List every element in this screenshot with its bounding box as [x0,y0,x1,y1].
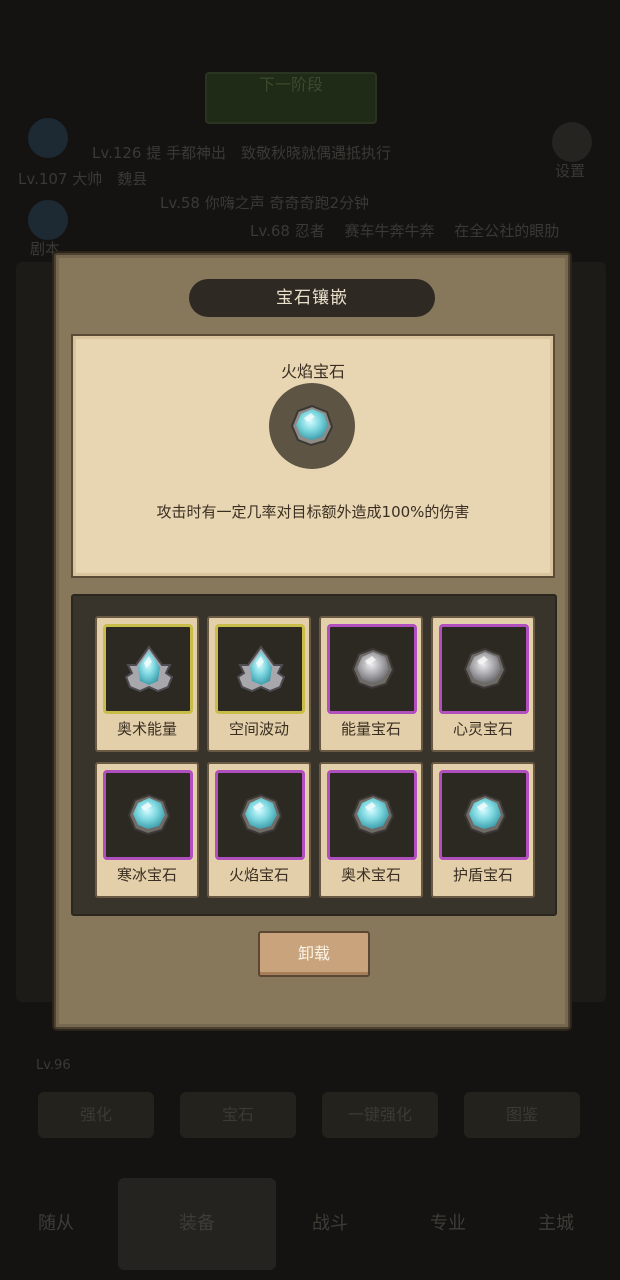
slot-frame [327,624,417,714]
bg-button-0-label: 强化 [79,1105,112,1124]
slot-frame [439,624,529,714]
slot-frame [215,770,305,860]
bg-log-line2: Lv.107 大帅 魏县 [18,170,148,188]
gem-grid: 奥术能量 空间波动 能量宝石 心灵宝石 寒冰宝石 火焰宝石 奥术宝石 护盾宝石 [71,594,557,916]
bg-gear-icon [552,122,592,162]
blue-gem-icon [269,383,355,469]
bg-tab-1-label: 装备 [179,1213,215,1234]
slot-frame [215,624,305,714]
bg-tab-3-label: 专业 [430,1213,466,1234]
slot-label: 奥术能量 [116,720,177,738]
slot-label: 火焰宝石 [228,866,289,884]
bg-tab-4: 主城 [500,1178,612,1270]
bg-log-line1: Lv.126 提 手都神出 致敬秋晓就偶遇抵执行 [92,144,392,162]
bg-left-panel [16,262,56,1002]
bg-log-line4: Lv.68 忍者 赛车牛奔牛奔 在全公社的眼肋 [250,222,560,240]
bg-button-3: 图鉴 [464,1092,580,1138]
slot-label: 能量宝石 [340,720,401,738]
gray-gem-icon [351,647,395,690]
gem-detail-panel: 火焰宝石 攻击时有一定几率对目标额外造成100%的伤害 [71,334,555,578]
slot-label: 空间波动 [228,720,289,738]
gray-gem-icon [463,647,507,690]
gem-slot-energy-gem[interactable]: 能量宝石 [319,616,423,752]
bg-tab-2-label: 战斗 [312,1213,348,1234]
bg-settings-label: 设置 [555,162,586,180]
gem-slot-arcane-gem[interactable]: 奥术宝石 [319,762,423,898]
slot-frame [103,770,193,860]
bg-button-1: 宝石 [180,1092,296,1138]
gem-detail-name: 火焰宝石 [280,362,345,381]
blue-gem-icon [463,793,507,836]
gem-slot-arcane-energy[interactable]: 奥术能量 [95,616,199,752]
gem-slot-space-wave[interactable]: 空间波动 [207,616,311,752]
slot-label: 寒冰宝石 [116,866,177,884]
bg-level: Lv.96 [36,1058,71,1073]
unmount-button[interactable]: 卸载 [258,931,370,977]
slot-frame [327,770,417,860]
bg-right-panel [566,262,606,1002]
blue-gem-icon [127,793,171,836]
bg-tab-3: 专业 [392,1178,504,1270]
bg-log-line3: Lv.58 你嗨之声 奇奇奇跑2分钟 [160,194,370,212]
slot-frame [103,624,193,714]
bg-tab-2: 战斗 [274,1178,386,1270]
bg-scroll-icon [28,200,68,240]
bg-next-stage-label: 下一阶段 [258,75,323,94]
gem-inlay-dialog: 宝石镶嵌 火焰宝石 攻击时有一定几率对目标额外造成100%的伤害 奥术能量 空间… [54,253,570,1029]
gem-slot-frost-gem[interactable]: 寒冰宝石 [95,762,199,898]
slot-label: 奥术宝石 [340,866,401,884]
bg-button-1-label: 宝石 [221,1105,254,1124]
gem-slot-mind-gem[interactable]: 心灵宝石 [431,616,535,752]
dialog-title: 宝石镶嵌 [189,279,435,317]
bg-tab-0-label: 随从 [38,1213,74,1234]
gem-slot-shield-gem[interactable]: 护盾宝石 [431,762,535,898]
slot-label: 心灵宝石 [452,720,513,738]
slot-frame [439,770,529,860]
bg-next-stage-button: 下一阶段 [205,72,377,124]
blue-gem-icon [239,793,283,836]
gem-detail-description: 攻击时有一定几率对目标额外造成100%的伤害 [156,503,470,521]
bg-button-3-label: 图鉴 [505,1105,538,1124]
bg-button-0: 强化 [38,1092,154,1138]
blue-gem-icon [351,793,395,836]
bg-button-2-label: 一键强化 [347,1105,412,1124]
gem-slot-fire-gem[interactable]: 火焰宝石 [207,762,311,898]
bg-tab-1: 装备 [118,1178,276,1270]
bg-star-icon [28,118,68,158]
bg-tab-4-label: 主城 [538,1213,574,1234]
bg-tab-0: 随从 [0,1178,112,1270]
slot-label: 护盾宝石 [452,866,513,884]
spiked-blue-gem-icon [124,645,174,693]
spiked-blue-gem-icon [236,645,286,693]
bg-button-2: 一键强化 [322,1092,438,1138]
